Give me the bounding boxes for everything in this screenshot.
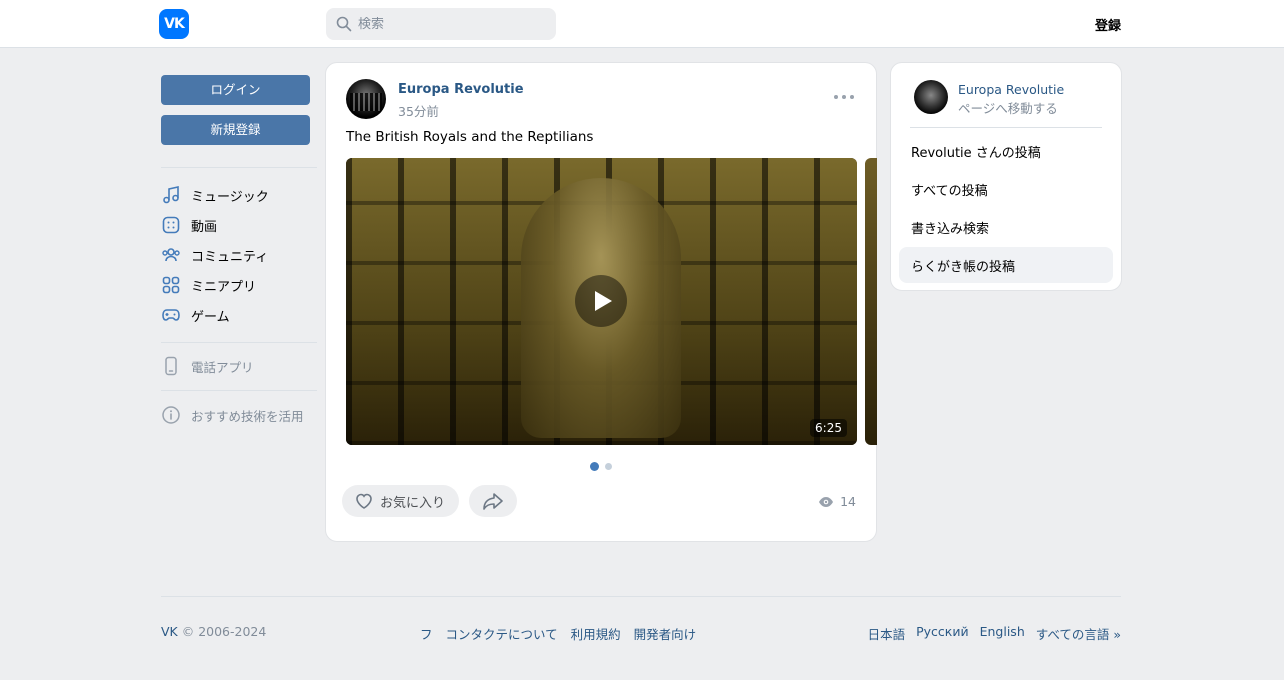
- gamepad-icon: [162, 309, 180, 321]
- post-text: The British Royals and the Reptilians: [346, 129, 594, 145]
- copyright: VK © 2006-2024: [161, 624, 266, 639]
- search-box[interactable]: [326, 8, 556, 40]
- sidebar-item-recommend[interactable]: おすすめ技術を活用: [161, 400, 317, 430]
- share-icon: [483, 493, 503, 510]
- carousel-dot[interactable]: [605, 463, 612, 470]
- sidebar-item-label: 電話アプリ: [191, 359, 254, 375]
- group-avatar[interactable]: [914, 80, 948, 114]
- community-icon: [162, 248, 180, 262]
- post-time[interactable]: 35分前: [398, 101, 439, 120]
- phone-icon: [165, 356, 177, 376]
- sidebar-item-label: ミュージック: [191, 189, 269, 205]
- more-options-icon[interactable]: [834, 93, 854, 101]
- side-link-all-posts[interactable]: すべての投稿: [899, 171, 1113, 207]
- share-button[interactable]: [469, 485, 517, 517]
- side-link-wall-posts[interactable]: らくがき帳の投稿: [899, 247, 1113, 283]
- sidebar-item-community[interactable]: コミュニティ: [161, 240, 317, 270]
- sidebar-divider: [161, 390, 317, 391]
- video-thumbnail[interactable]: 6:25: [346, 158, 857, 445]
- footer-link-terms[interactable]: 利用規約: [571, 624, 621, 643]
- sidebar-divider: [161, 342, 317, 343]
- copyright-brand-link[interactable]: VK: [161, 624, 178, 639]
- search-input[interactable]: [358, 16, 548, 32]
- video-duration: 6:25: [810, 419, 847, 437]
- register-link[interactable]: 登録: [1095, 15, 1121, 34]
- vk-logo[interactable]: VK: [159, 9, 189, 39]
- sidebar-item-mini-apps[interactable]: ミニアプリ: [161, 270, 317, 300]
- play-button[interactable]: [575, 275, 627, 327]
- sidebar-item-label: おすすめ技術を活用: [191, 408, 304, 424]
- carousel-indicator: [590, 462, 612, 471]
- sidebar-item-label: 動画: [191, 219, 218, 235]
- like-label: お気に入り: [380, 495, 446, 511]
- footer-divider: [161, 596, 1121, 597]
- sidebar-divider: [161, 167, 317, 168]
- sidebar-item-label: ミニアプリ: [191, 279, 257, 295]
- sidebar-item-label: ゲーム: [191, 309, 230, 325]
- go-to-page-link[interactable]: ページへ移動する: [958, 98, 1058, 117]
- footer-link[interactable]: フ: [420, 624, 433, 643]
- search-icon: [336, 16, 352, 32]
- play-icon: [595, 291, 612, 311]
- side-divider: [910, 127, 1102, 128]
- like-button[interactable]: お気に入り: [342, 485, 460, 517]
- heart-icon: [356, 493, 372, 509]
- copyright-years: © 2006-2024: [177, 624, 267, 639]
- sidebar-item-video[interactable]: 動画: [161, 210, 317, 240]
- language-all[interactable]: すべての言語 »: [1036, 624, 1121, 643]
- music-icon: [163, 186, 179, 204]
- author-avatar[interactable]: [346, 79, 386, 119]
- post-author[interactable]: Europa Revolutie: [398, 82, 524, 97]
- sidebar-item-music[interactable]: ミュージック: [161, 180, 317, 210]
- sidebar-item-label: コミュニティ: [191, 249, 269, 265]
- footer-link-developers[interactable]: 開発者向け: [634, 624, 697, 643]
- sidebar-item-phone-app[interactable]: 電話アプリ: [161, 351, 317, 381]
- language-english[interactable]: English: [980, 624, 1025, 643]
- sidebar-nav: ミュージック 動画 コミュニティ ミニアプリ ゲーム: [161, 180, 317, 330]
- sidebar-item-games[interactable]: ゲーム: [161, 300, 317, 330]
- language-japanese[interactable]: 日本語: [868, 624, 906, 643]
- login-button[interactable]: ログイン: [161, 75, 310, 105]
- language-russian[interactable]: Русский: [916, 624, 968, 643]
- eye-icon: [819, 496, 834, 507]
- views-count: 14: [840, 494, 856, 509]
- footer-links: フ コンタクテについて 利用規約 開発者向け: [420, 624, 696, 643]
- top-header: VK 登録: [0, 0, 1284, 48]
- info-icon: [162, 406, 180, 424]
- signup-button[interactable]: 新規登録: [161, 115, 310, 145]
- side-panel: Europa Revolutie ページへ移動する Revolutie さんの投…: [890, 62, 1122, 291]
- carousel-dot-active[interactable]: [590, 462, 599, 471]
- views-counter: 14: [818, 494, 856, 509]
- side-link-author-posts[interactable]: Revolutie さんの投稿: [899, 133, 1113, 169]
- language-switcher: 日本語 Русский English すべての言語 »: [868, 624, 1121, 643]
- side-link-search-posts[interactable]: 書き込み検索: [899, 209, 1113, 245]
- mini-apps-icon: [162, 276, 180, 294]
- video-icon: [162, 216, 180, 234]
- post-card: Europa Revolutie 35分前 The British Royals…: [325, 62, 877, 542]
- group-name[interactable]: Europa Revolutie: [958, 82, 1064, 97]
- footer-link-about[interactable]: コンタクテについて: [446, 624, 558, 643]
- left-sidebar: ログイン 新規登録 ミュージック 動画 コミュニティ ミニアプリ ゲーム 電話ア…: [161, 75, 317, 430]
- next-video-thumbnail[interactable]: [865, 158, 877, 445]
